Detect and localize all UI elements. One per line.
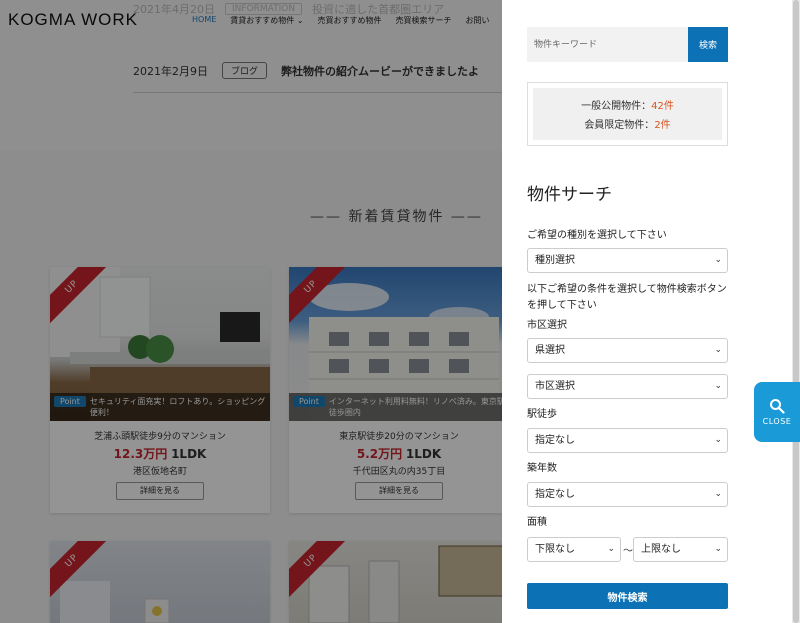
prefecture-select[interactable]: 県選択 ⌄ <box>527 338 728 363</box>
condition-label: 以下ご希望の条件を選択して物件検索ボタンを押して下さい <box>527 284 727 311</box>
chevron-down-icon: ⌄ <box>714 345 722 355</box>
age-select-value: 指定なし <box>535 489 575 500</box>
member-count: 会員限定物件：2件 <box>584 116 670 131</box>
public-count-value: 42件 <box>651 101 674 112</box>
modal-overlay[interactable] <box>0 0 502 623</box>
area-range-tilde: 〜 <box>623 546 633 557</box>
walk-select[interactable]: 指定なし ⌄ <box>527 428 728 453</box>
member-count-value: 2件 <box>654 120 671 131</box>
member-count-label: 会員限定物件： <box>584 120 655 131</box>
page-scrollbar[interactable] <box>792 0 800 623</box>
walk-select-value: 指定なし <box>535 435 575 446</box>
property-count-inner: 一般公開物件：42件 会員限定物件：2件 <box>533 88 722 140</box>
type-label: ご希望の種別を選択して下さい <box>527 230 667 241</box>
public-count-label: 一般公開物件： <box>581 101 652 112</box>
search-icon <box>770 399 785 414</box>
chevron-down-icon: ⌄ <box>714 381 722 391</box>
chevron-down-icon: ⌄ <box>607 544 615 554</box>
age-select[interactable]: 指定なし ⌄ <box>527 482 728 507</box>
age-label: 築年数 <box>527 463 557 474</box>
keyword-input[interactable] <box>527 27 688 62</box>
chevron-down-icon: ⌄ <box>714 435 722 445</box>
city-select-value: 市区選択 <box>535 381 575 392</box>
city-select[interactable]: 市区選択 ⌄ <box>527 374 728 399</box>
public-count: 一般公開物件：42件 <box>581 97 674 112</box>
area-max-value: 上限なし <box>641 544 681 555</box>
chevron-down-icon: ⌄ <box>714 489 722 499</box>
area-min-value: 下限なし <box>535 544 575 555</box>
keyword-search-button[interactable]: 検索 <box>688 27 728 62</box>
scrollbar-thumb[interactable] <box>793 0 799 623</box>
walk-label: 駅徒歩 <box>527 409 557 420</box>
chevron-down-icon: ⌄ <box>714 544 722 554</box>
area-label: 面積 <box>527 517 547 528</box>
close-label: CLOSE <box>762 417 792 426</box>
chevron-down-icon: ⌄ <box>714 255 722 265</box>
type-select[interactable]: 種別選択 ⌄ <box>527 248 728 273</box>
area-min-select[interactable]: 下限なし ⌄ <box>527 537 621 562</box>
property-count-box: 一般公開物件：42件 会員限定物件：2件 <box>527 82 728 146</box>
type-select-value: 種別選択 <box>535 255 575 266</box>
area-max-select[interactable]: 上限なし ⌄ <box>633 537 728 562</box>
property-search-button[interactable]: 物件検索 <box>527 583 728 609</box>
city-label: 市区選択 <box>527 320 567 331</box>
search-title: 物件サーチ <box>527 185 612 205</box>
prefecture-select-value: 県選択 <box>535 345 565 356</box>
close-drawer-button[interactable]: CLOSE <box>754 382 800 442</box>
